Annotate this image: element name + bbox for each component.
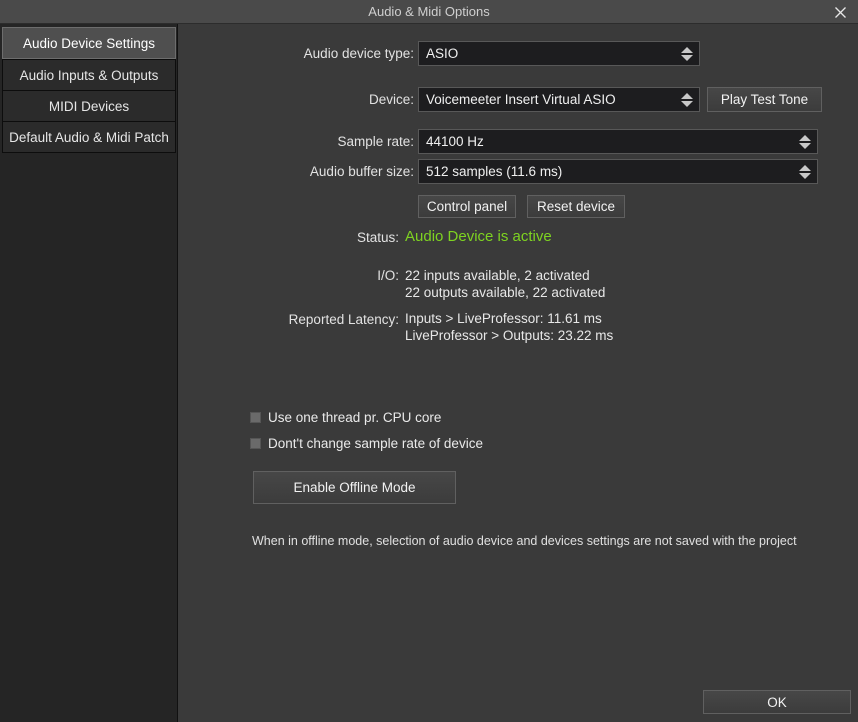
checkbox-label: Use one thread pr. CPU core	[268, 410, 442, 425]
reset-device-button[interactable]: Reset device	[527, 195, 625, 218]
audio-buffer-size-label: Audio buffer size:	[309, 164, 414, 179]
reported-latency-label: Reported Latency:	[288, 312, 399, 327]
audio-buffer-size-dropdown[interactable]: 512 samples (11.6 ms)	[418, 159, 818, 184]
window-title: Audio & Midi Options	[368, 4, 490, 19]
checkbox-dont-change-sample-rate[interactable]: Dont't change sample rate of device	[250, 436, 483, 451]
audio-device-type-value: ASIO	[426, 46, 459, 61]
settings-panel: Audio device type: ASIO Device: Voicemee…	[179, 24, 858, 722]
device-label: Device:	[368, 92, 414, 107]
close-icon	[834, 6, 846, 18]
sample-rate-value: 44100 Hz	[426, 134, 484, 149]
sample-rate-dropdown[interactable]: 44100 Hz	[418, 129, 818, 154]
audio-device-type-dropdown[interactable]: ASIO	[418, 41, 700, 66]
sidebar-item-label: Audio Inputs & Outputs	[19, 67, 159, 83]
checkbox-label: Dont't change sample rate of device	[268, 436, 483, 451]
close-button[interactable]	[826, 2, 854, 22]
audio-buffer-size-value: 512 samples (11.6 ms)	[426, 164, 563, 179]
control-panel-button[interactable]: Control panel	[418, 195, 516, 218]
checkbox-use-one-thread-per-cpu-core[interactable]: Use one thread pr. CPU core	[250, 410, 441, 425]
status-label: Status:	[356, 230, 399, 245]
enable-offline-mode-button[interactable]: Enable Offline Mode	[253, 471, 456, 504]
play-test-tone-button[interactable]: Play Test Tone	[707, 87, 822, 112]
sidebar-item-default-audio-midi-patch[interactable]: Default Audio & Midi Patch	[2, 121, 176, 153]
checkbox-box-icon	[250, 438, 261, 449]
device-value: Voicemeeter Insert Virtual ASIO	[426, 92, 616, 107]
io-outputs-value: 22 outputs available, 22 activated	[405, 285, 606, 300]
chevron-updown-icon	[793, 160, 817, 183]
chevron-updown-icon	[675, 42, 699, 65]
sidebar-item-audio-inputs-outputs[interactable]: Audio Inputs & Outputs	[2, 59, 176, 91]
checkbox-box-icon	[250, 412, 261, 423]
ok-button[interactable]: OK	[703, 690, 851, 714]
io-inputs-value: 22 inputs available, 2 activated	[405, 268, 590, 283]
sidebar-item-label: MIDI Devices	[48, 98, 130, 114]
latency-input-value: Inputs > LiveProfessor: 11.61 ms	[405, 311, 602, 326]
device-dropdown[interactable]: Voicemeeter Insert Virtual ASIO	[418, 87, 700, 112]
offline-mode-note: When in offline mode, selection of audio…	[252, 534, 797, 548]
sidebar: Audio Device Settings Audio Inputs & Out…	[0, 24, 178, 722]
chevron-updown-icon	[675, 88, 699, 111]
latency-output-value: LiveProfessor > Outputs: 23.22 ms	[405, 328, 614, 343]
audio-device-type-label: Audio device type:	[303, 46, 414, 61]
status-value: Audio Device is active	[405, 228, 552, 245]
sidebar-item-audio-device-settings[interactable]: Audio Device Settings	[2, 27, 176, 59]
io-label: I/O:	[377, 268, 399, 283]
sidebar-item-label: Audio Device Settings	[22, 35, 156, 51]
chevron-updown-icon	[793, 130, 817, 153]
sidebar-item-label: Default Audio & Midi Patch	[9, 129, 169, 145]
sidebar-item-midi-devices[interactable]: MIDI Devices	[2, 90, 176, 122]
window-titlebar: Audio & Midi Options	[0, 0, 858, 24]
sample-rate-label: Sample rate:	[337, 134, 414, 149]
